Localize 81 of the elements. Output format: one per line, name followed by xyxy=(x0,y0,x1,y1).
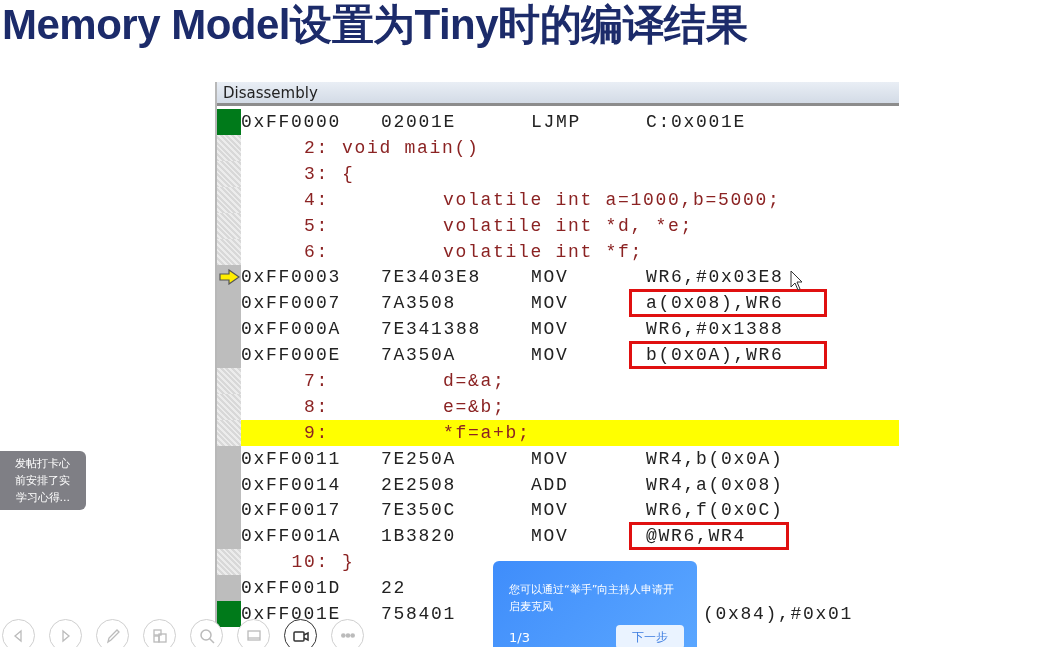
source-code-text: { xyxy=(342,163,355,184)
address-text: 0xFF001E xyxy=(241,604,341,625)
source-code-text: volatile int *d, *e; xyxy=(443,215,694,236)
source-code-text: e=&b; xyxy=(443,396,506,417)
mouse-cursor-icon xyxy=(790,270,804,292)
boxed-operand: @WR6,WR4 xyxy=(629,522,789,551)
address-text: 0xFF0017 xyxy=(241,500,341,521)
address-text: 0xFF0003 xyxy=(241,267,341,288)
operand-text: WR6,#0x03E8 xyxy=(646,267,784,288)
gutter-strip xyxy=(217,419,241,446)
opcode-text: 7E3403E8 xyxy=(381,267,481,288)
source-code-text: volatile int a=1000,b=5000; xyxy=(443,189,781,210)
opcode-text: 7A3508 xyxy=(381,293,456,314)
line-number: 5: xyxy=(303,215,329,236)
opcode-text: 758401 xyxy=(381,604,456,625)
boxed-operand: b(0x0A),WR6 xyxy=(629,341,827,370)
opcode-text: 22 xyxy=(381,578,406,599)
gutter-strip xyxy=(217,135,241,161)
mnemonic-text: MOV xyxy=(531,267,569,288)
source-code-text: void main() xyxy=(342,138,480,158)
source-code-text: } xyxy=(342,552,355,573)
address-text: 0xFF000E xyxy=(241,345,341,366)
mnemonic-text: MOV xyxy=(531,319,569,340)
operand-text: WR6,#0x1388 xyxy=(646,319,784,340)
operand-text: (0x84),#0x01 xyxy=(703,604,854,625)
mnemonic-text: MOV xyxy=(531,526,569,547)
opcode-text: 7E350C xyxy=(381,500,456,521)
address-text: 0xFF001A xyxy=(241,526,341,547)
operand-text: WR6,f(0x0C) xyxy=(646,500,784,521)
opcode-text: 1B3820 xyxy=(381,526,456,547)
operand-text: C:0x001E xyxy=(646,112,746,133)
gutter-strip xyxy=(217,368,241,394)
chat-text: 发帖打卡心 xyxy=(15,456,70,472)
line-number: 4: xyxy=(303,189,329,210)
address-text: 0xFF0000 xyxy=(241,112,341,133)
search-icon xyxy=(197,626,216,645)
gutter-strip xyxy=(217,549,241,576)
panel-title: Disassembly xyxy=(217,82,899,107)
address-text: 0xFF0014 xyxy=(241,474,341,495)
mnemonic-text: LJMP xyxy=(531,112,581,133)
slide-title: Memory Model设置为Tiny时的编译结果 xyxy=(2,0,749,50)
address-text: 0xFF0007 xyxy=(241,293,341,314)
chat-text: 前安排了实 xyxy=(15,473,70,489)
more-icon xyxy=(340,633,355,638)
operand-text: WR4,a(0x08) xyxy=(646,474,784,495)
address-text: 0xFF0011 xyxy=(241,448,341,469)
line-number: 3: xyxy=(303,163,329,184)
mnemonic-text: ADD xyxy=(531,474,569,495)
layout-icon xyxy=(150,626,169,645)
page-counter: 1/3 xyxy=(509,629,530,645)
current-line-arrow-icon xyxy=(219,268,241,285)
line-number: 10: xyxy=(290,552,329,573)
address-text: 0xFF000A xyxy=(241,319,341,340)
gutter-strip xyxy=(217,186,241,213)
line-number: 8: xyxy=(303,396,329,417)
mnemonic-text: MOV xyxy=(531,293,569,314)
boxed-operand: a(0x08),WR6 xyxy=(629,289,827,318)
gutter-strip xyxy=(217,160,241,187)
line-number: 2: xyxy=(303,138,329,158)
address-text: 0xFF001D xyxy=(241,578,341,599)
operand-text: WR4,b(0x0A) xyxy=(646,448,784,469)
mnemonic-text: MOV xyxy=(531,448,569,469)
source-code-text: d=&a; xyxy=(443,371,506,392)
line-number: 7: xyxy=(303,371,329,392)
next-step-button[interactable]: 下一步 xyxy=(616,625,684,647)
opcode-text: 02001E xyxy=(381,112,456,133)
opcode-text: 2E2508 xyxy=(381,474,456,495)
tip-text: 您可以通过“举手”向主持人申请开启麦克风 xyxy=(509,582,676,615)
source-code-text: *f=a+b; xyxy=(443,422,531,443)
mnemonic-text: MOV xyxy=(531,345,569,366)
mnemonic-text: MOV xyxy=(531,500,569,521)
opcode-text: 7A350A xyxy=(381,345,456,366)
line-number: 9: xyxy=(303,422,329,443)
gutter-strip xyxy=(217,212,241,239)
chat-text: 学习心得... xyxy=(15,490,70,506)
opcode-text: 7E250A xyxy=(381,448,456,469)
opcode-text: 7E341388 xyxy=(381,319,481,340)
source-code-text: volatile int *f; xyxy=(443,241,644,262)
gutter-strip xyxy=(217,394,241,420)
gutter-strip xyxy=(217,238,241,265)
line-number: 6: xyxy=(303,241,329,262)
